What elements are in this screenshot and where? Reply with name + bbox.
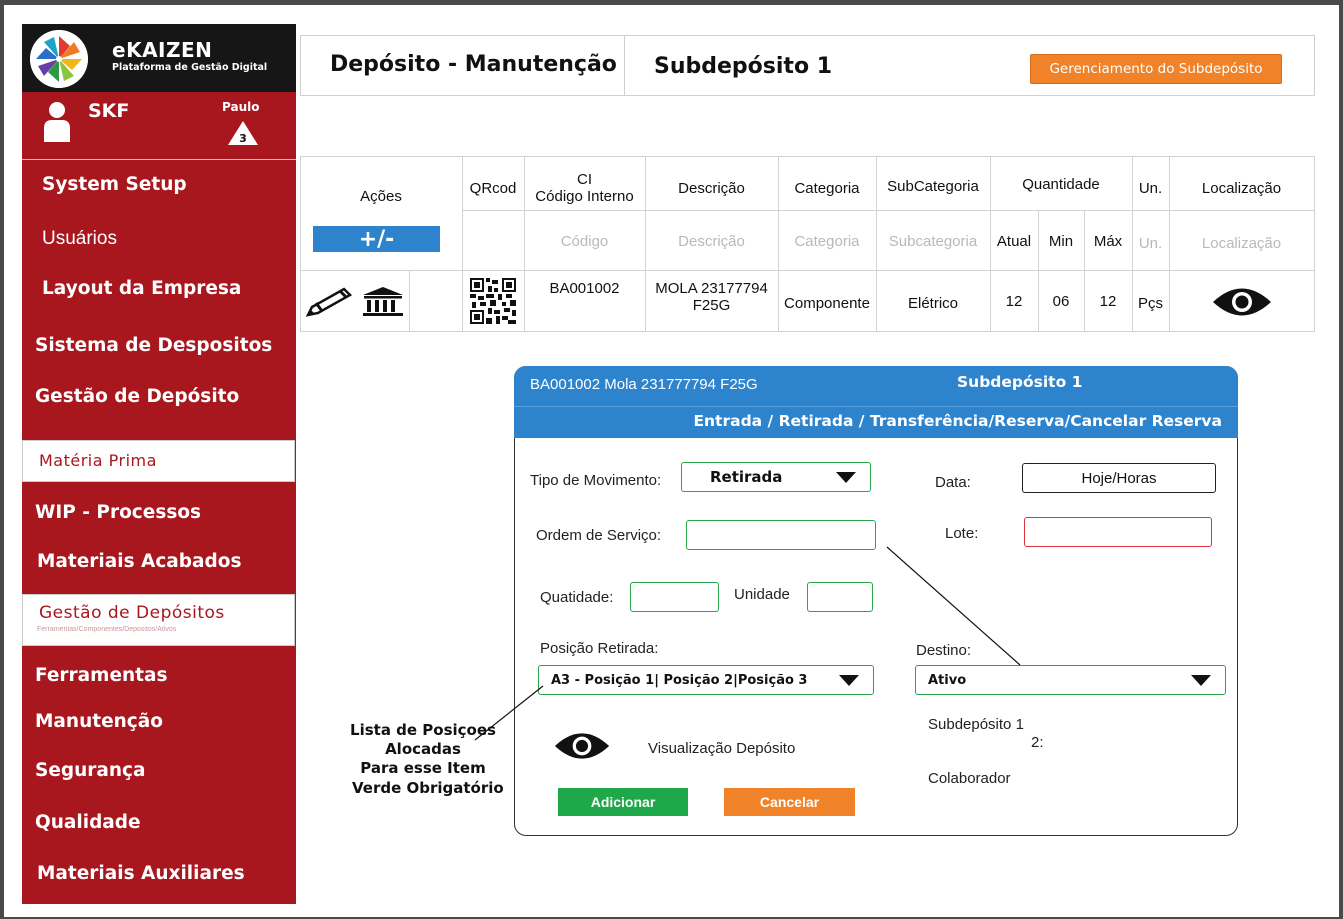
annotation-verde-obrigatorio: Verde Obrigatório xyxy=(352,779,504,797)
annotation-lista-line1: Lista de Posiçoes Alocadas xyxy=(350,721,496,758)
callout-line-ordem xyxy=(886,546,1021,666)
annotation-lista-line2: Para esse Item xyxy=(360,759,486,777)
callout-lines xyxy=(474,546,1021,741)
annotation-lista-posicoes: Lista de Posiçoes Alocadas Para esse Ite… xyxy=(316,721,530,778)
